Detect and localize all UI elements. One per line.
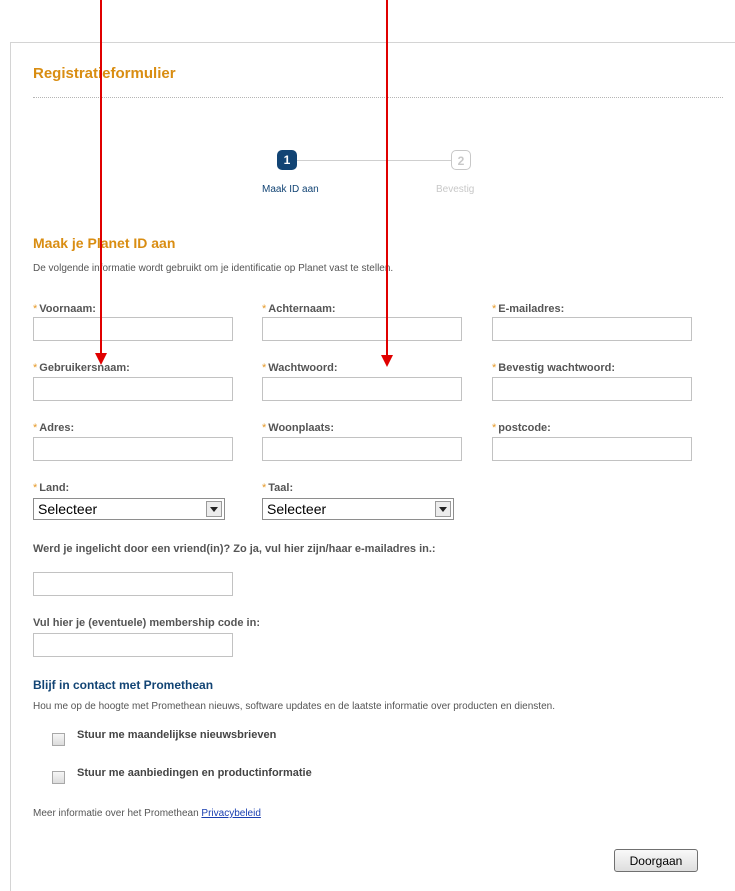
required-marker: * [262, 422, 267, 434]
membership-code-label: Vul hier je (eventuele) membership code … [33, 617, 260, 629]
title-divider [33, 97, 723, 98]
woonplaats-label-text: Woonplaats: [268, 422, 335, 434]
newsletter-checkbox-label: Stuur me maandelijkse nieuwsbrieven [77, 729, 277, 741]
doorgaan-button[interactable]: Doorgaan [614, 849, 698, 872]
postcode-label: * postcode: [492, 422, 551, 434]
offers-checkbox[interactable] [52, 771, 65, 784]
form-panel [10, 42, 735, 891]
required-marker: * [492, 303, 497, 315]
required-marker: * [262, 362, 267, 374]
privacy-info: Meer informatie over het Promethean Priv… [33, 808, 261, 819]
bevestig-wachtwoord-input[interactable] [492, 377, 692, 401]
required-marker: * [262, 482, 267, 494]
annotation-arrow-line-left [100, 0, 102, 353]
adres-label: * Adres: [33, 422, 74, 434]
contact-description: Hou me op de hoogte met Promethean nieuw… [33, 701, 555, 712]
woonplaats-input[interactable] [262, 437, 462, 461]
step-1-label: Maak ID aan [262, 184, 319, 195]
land-select[interactable]: Selecteer [33, 498, 225, 520]
taal-label-text: Taal: [268, 482, 294, 494]
chevron-down-icon[interactable] [435, 501, 451, 517]
land-label-text: Land: [39, 482, 70, 494]
adres-input[interactable] [33, 437, 233, 461]
offers-checkbox-label: Stuur me aanbiedingen en productinformat… [77, 767, 312, 779]
voornaam-input[interactable] [33, 317, 233, 341]
wachtwoord-label: * Wachtwoord: [262, 362, 338, 374]
gebruikersnaam-input[interactable] [33, 377, 233, 401]
bevestig-wachtwoord-label-text: Bevestig wachtwoord: [498, 362, 616, 374]
taal-selected-value: Selecteer [267, 501, 327, 517]
required-marker: * [33, 362, 38, 374]
required-marker: * [262, 303, 267, 315]
email-label: * E-mailadres: [492, 303, 564, 315]
privacy-info-text: Meer informatie over het Promethean [33, 808, 202, 819]
step-2-label: Bevestig [436, 184, 475, 195]
adres-label-text: Adres: [39, 422, 75, 434]
required-marker: * [492, 362, 497, 374]
bevestig-wachtwoord-label: * Bevestig wachtwoord: [492, 362, 615, 374]
annotation-arrow-line-right [386, 0, 388, 355]
vriend-email-input[interactable] [33, 572, 233, 596]
form-title: Registratieformulier [33, 65, 176, 82]
taal-label: * Taal: [262, 482, 293, 494]
email-input[interactable] [492, 317, 692, 341]
membership-code-input[interactable] [33, 633, 233, 657]
chevron-down-icon[interactable] [206, 501, 222, 517]
voornaam-label-text: Voornaam: [39, 303, 96, 315]
voornaam-label: * Voornaam: [33, 303, 96, 315]
wachtwoord-input[interactable] [262, 377, 462, 401]
achternaam-input[interactable] [262, 317, 462, 341]
required-marker: * [33, 422, 38, 434]
achternaam-label: * Achternaam: [262, 303, 336, 315]
arrow-down-icon [381, 355, 393, 367]
postcode-input[interactable] [492, 437, 692, 461]
achternaam-label-text: Achternaam: [268, 303, 336, 315]
required-marker: * [492, 422, 497, 434]
email-label-text: E-mailadres: [498, 303, 565, 315]
section-heading: Maak je Planet ID aan [33, 235, 176, 251]
arrow-down-icon [95, 353, 107, 365]
land-selected-value: Selecteer [38, 501, 98, 517]
wachtwoord-label-text: Wachtwoord: [268, 362, 338, 374]
step-2-badge: 2 [451, 150, 471, 170]
required-marker: * [33, 303, 38, 315]
gebruikersnaam-label-text: Gebruikersnaam: [39, 362, 130, 374]
step-connector [297, 160, 451, 161]
contact-heading: Blijf in contact met Promethean [33, 678, 214, 692]
section-description: De volgende informatie wordt gebruikt om… [33, 263, 394, 274]
gebruikersnaam-label: * Gebruikersnaam: [33, 362, 130, 374]
privacy-link[interactable]: Privacybeleid [201, 808, 260, 819]
step-1-badge: 1 [277, 150, 297, 170]
vriend-email-label: Werd je ingelicht door een vriend(in)? Z… [33, 543, 436, 555]
taal-select[interactable]: Selecteer [262, 498, 454, 520]
newsletter-checkbox[interactable] [52, 733, 65, 746]
required-marker: * [33, 482, 38, 494]
land-label: * Land: [33, 482, 69, 494]
woonplaats-label: * Woonplaats: [262, 422, 334, 434]
postcode-label-text: postcode: [498, 422, 551, 434]
